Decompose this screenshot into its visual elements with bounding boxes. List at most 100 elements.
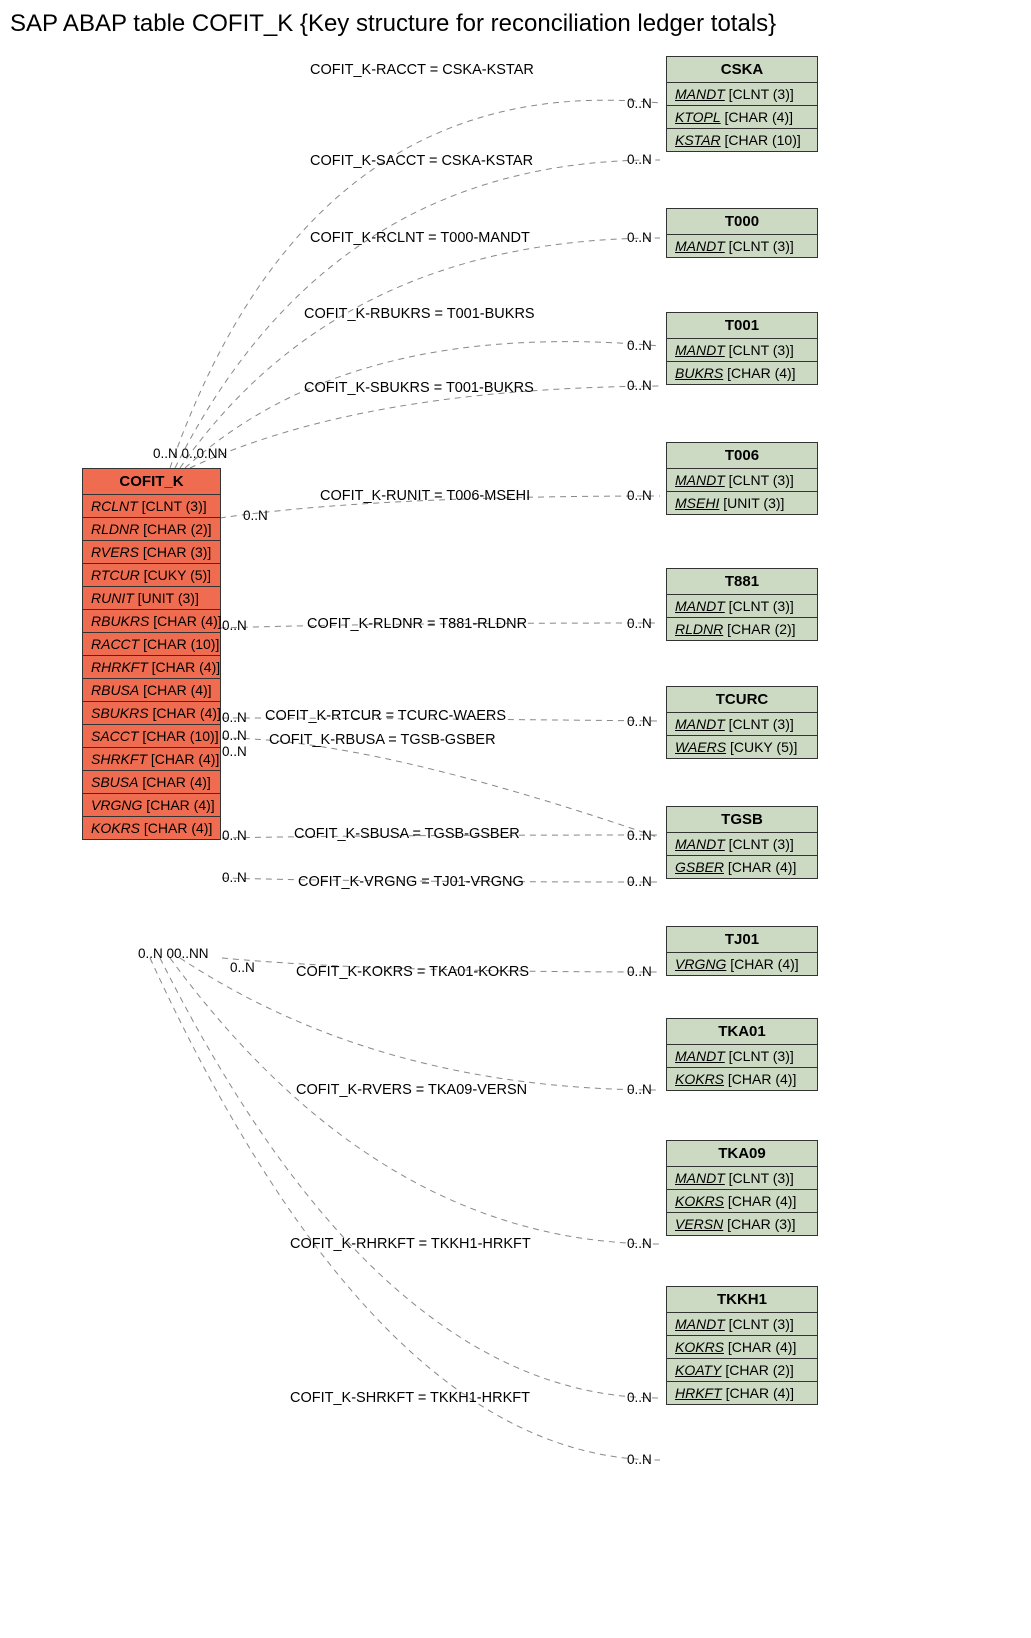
- relationship-label: COFIT_K-SBUKRS = T001-BUKRS: [304, 380, 534, 396]
- relationship-label: COFIT_K-RVERS = TKA09-VERSN: [296, 1082, 527, 1098]
- relationship-label: COFIT_K-RCLNT = T000-MANDT: [310, 230, 530, 246]
- table-t006: T006 MANDT [CLNT (3)]MSEHI [UNIT (3)]: [666, 442, 818, 515]
- table-field: RACCT [CHAR (10)]: [83, 633, 220, 656]
- relationship-label: COFIT_K-RHRKFT = TKKH1-HRKFT: [290, 1236, 531, 1252]
- cardinality-label: 0..N: [627, 152, 652, 167]
- table-field: SHRKFT [CHAR (4)]: [83, 748, 220, 771]
- cardinality-label: 0..N: [627, 1236, 652, 1251]
- table-field: KTOPL [CHAR (4)]: [667, 106, 817, 129]
- table-name: T006: [667, 443, 817, 469]
- table-cska: CSKA MANDT [CLNT (3)]KTOPL [CHAR (4)]KST…: [666, 56, 818, 152]
- table-field: KOKRS [CHAR (4)]: [667, 1190, 817, 1213]
- cardinality-label: 0..N: [627, 874, 652, 889]
- table-field: MANDT [CLNT (3)]: [667, 1167, 817, 1190]
- table-field: VRGNG [CHAR (4)]: [667, 953, 817, 975]
- table-field: KOATY [CHAR (2)]: [667, 1359, 817, 1382]
- cardinality-label: 0..N: [627, 1390, 652, 1405]
- table-field: MANDT [CLNT (3)]: [667, 1045, 817, 1068]
- page-title: SAP ABAP table COFIT_K {Key structure fo…: [10, 10, 1031, 38]
- table-tj01: TJ01 VRGNG [CHAR (4)]: [666, 926, 818, 976]
- table-field: RUNIT [UNIT (3)]: [83, 587, 220, 610]
- cardinality-label: 0..N: [627, 488, 652, 503]
- table-tgsb: TGSB MANDT [CLNT (3)]GSBER [CHAR (4)]: [666, 806, 818, 879]
- table-name: TKKH1: [667, 1287, 817, 1313]
- table-name: T001: [667, 313, 817, 339]
- table-tcurc: TCURC MANDT [CLNT (3)]WAERS [CUKY (5)]: [666, 686, 818, 759]
- cardinality-label: 0..N: [243, 508, 268, 523]
- relationship-label: COFIT_K-RLDNR = T881-RLDNR: [307, 616, 527, 632]
- table-name: TKA09: [667, 1141, 817, 1167]
- table-field: SBUKRS [CHAR (4)]: [83, 702, 220, 725]
- table-field: MANDT [CLNT (3)]: [667, 713, 817, 736]
- cardinality-label: 0..N: [627, 1452, 652, 1467]
- table-field: MANDT [CLNT (3)]: [667, 1313, 817, 1336]
- table-field: RVERS [CHAR (3)]: [83, 541, 220, 564]
- table-field: HRKFT [CHAR (4)]: [667, 1382, 817, 1404]
- relationship-label: COFIT_K-KOKRS = TKA01-KOKRS: [296, 964, 529, 980]
- table-field: MSEHI [UNIT (3)]: [667, 492, 817, 514]
- table-field: MANDT [CLNT (3)]: [667, 833, 817, 856]
- cardinality-label: 0..N: [627, 338, 652, 353]
- cardinality-label: 0..N: [222, 728, 247, 743]
- cardinality-label: 0..N: [627, 964, 652, 979]
- table-name: TGSB: [667, 807, 817, 833]
- table-field: RHRKFT [CHAR (4)]: [83, 656, 220, 679]
- cardinality-label: 0..N: [222, 710, 247, 725]
- table-field: MANDT [CLNT (3)]: [667, 339, 817, 362]
- cardinality-label: 0..N: [222, 618, 247, 633]
- cardinality-label: 0..N: [222, 744, 247, 759]
- relationship-label: COFIT_K-RTCUR = TCURC-WAERS: [265, 708, 506, 724]
- table-field: WAERS [CUKY (5)]: [667, 736, 817, 758]
- table-field: MANDT [CLNT (3)]: [667, 469, 817, 492]
- table-t881: T881 MANDT [CLNT (3)]RLDNR [CHAR (2)]: [666, 568, 818, 641]
- table-tkkh1: TKKH1 MANDT [CLNT (3)]KOKRS [CHAR (4)]KO…: [666, 1286, 818, 1405]
- table-field: RTCUR [CUKY (5)]: [83, 564, 220, 587]
- relationship-label: COFIT_K-SBUSA = TGSB-GSBER: [294, 826, 520, 842]
- cardinality-label: 0..N: [627, 714, 652, 729]
- cardinality-label: 0..N: [627, 616, 652, 631]
- table-field: VRGNG [CHAR (4)]: [83, 794, 220, 817]
- table-field: RLDNR [CHAR (2)]: [83, 518, 220, 541]
- table-name: T000: [667, 209, 817, 235]
- table-field: VERSN [CHAR (3)]: [667, 1213, 817, 1235]
- relationship-label: COFIT_K-RUNIT = T006-MSEHI: [320, 488, 530, 504]
- cardinality-label: 0..N: [627, 96, 652, 111]
- table-field: KSTAR [CHAR (10)]: [667, 129, 817, 151]
- relationship-label: COFIT_K-VRGNG = TJ01-VRGNG: [298, 874, 524, 890]
- relationship-label: COFIT_K-RACCT = CSKA-KSTAR: [310, 62, 534, 78]
- table-field: RBUSA [CHAR (4)]: [83, 679, 220, 702]
- table-name: TCURC: [667, 687, 817, 713]
- cardinality-label: 0..N 00..NN: [138, 946, 209, 961]
- cardinality-label: 0..N: [222, 828, 247, 843]
- cardinality-label: 0..N: [222, 870, 247, 885]
- table-name: TJ01: [667, 927, 817, 953]
- table-field: GSBER [CHAR (4)]: [667, 856, 817, 878]
- relationship-label: COFIT_K-RBUSA = TGSB-GSBER: [269, 732, 496, 748]
- cardinality-label: 0..N: [627, 828, 652, 843]
- table-field: SBUSA [CHAR (4)]: [83, 771, 220, 794]
- table-name: TKA01: [667, 1019, 817, 1045]
- table-field: SACCT [CHAR (10)]: [83, 725, 220, 748]
- relationship-label: COFIT_K-SHRKFT = TKKH1-HRKFT: [290, 1390, 530, 1406]
- table-field: KOKRS [CHAR (4)]: [667, 1068, 817, 1090]
- table-field: RCLNT [CLNT (3)]: [83, 495, 220, 518]
- table-name: COFIT_K: [83, 469, 220, 495]
- relationship-label: COFIT_K-RBUKRS = T001-BUKRS: [304, 306, 535, 322]
- table-field: BUKRS [CHAR (4)]: [667, 362, 817, 384]
- cardinality-label: 0..N 0..0.NN: [153, 446, 227, 461]
- relationship-label: COFIT_K-SACCT = CSKA-KSTAR: [310, 153, 533, 169]
- table-field: MANDT [CLNT (3)]: [667, 235, 817, 257]
- table-t000: T000 MANDT [CLNT (3)]: [666, 208, 818, 258]
- table-field: MANDT [CLNT (3)]: [667, 83, 817, 106]
- table-field: RBUKRS [CHAR (4)]: [83, 610, 220, 633]
- table-tka09: TKA09 MANDT [CLNT (3)]KOKRS [CHAR (4)]VE…: [666, 1140, 818, 1236]
- cardinality-label: 0..N: [627, 378, 652, 393]
- cardinality-label: 0..N: [230, 960, 255, 975]
- table-field: MANDT [CLNT (3)]: [667, 595, 817, 618]
- table-tka01: TKA01 MANDT [CLNT (3)]KOKRS [CHAR (4)]: [666, 1018, 818, 1091]
- table-field: KOKRS [CHAR (4)]: [83, 817, 220, 839]
- table-name: T881: [667, 569, 817, 595]
- table-t001: T001 MANDT [CLNT (3)]BUKRS [CHAR (4)]: [666, 312, 818, 385]
- er-diagram: COFIT_K RCLNT [CLNT (3)]RLDNR [CHAR (2)]…: [10, 48, 1021, 1628]
- cardinality-label: 0..N: [627, 1082, 652, 1097]
